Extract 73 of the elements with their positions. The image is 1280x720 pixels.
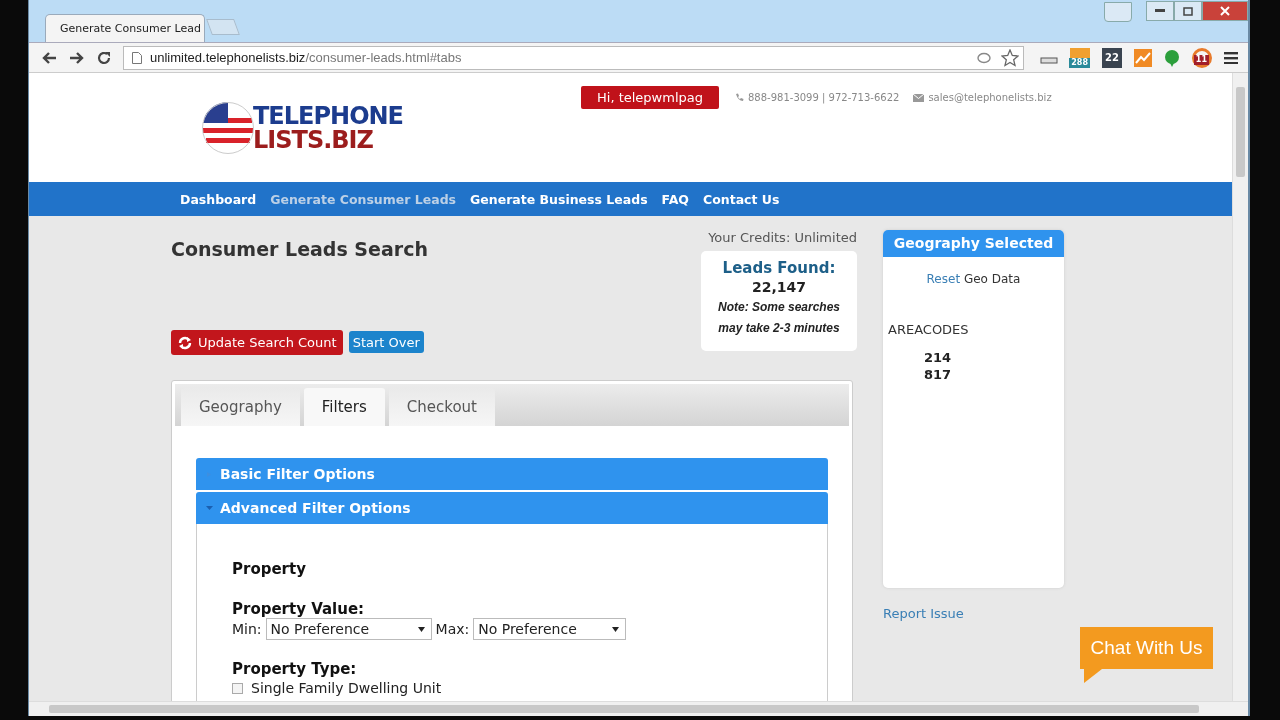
report-issue-link[interactable]: Report Issue: [883, 606, 1064, 621]
areacodes-label: AREACODES: [888, 322, 970, 337]
maximize-icon: [1183, 6, 1193, 16]
min-label: Min:: [232, 621, 262, 637]
calendar-icon[interactable]: 22: [1102, 47, 1122, 68]
reset-text: Geo Data: [963, 272, 1021, 286]
phone-numbers: 888-981-3099 | 972-713-6622: [748, 92, 900, 103]
nav-link[interactable]: Generate Consumer Leads: [270, 191, 457, 207]
page-icon: [132, 51, 142, 64]
ring-icon[interactable]: 11: [1192, 47, 1212, 68]
email-address: sales@telephonelists.biz: [928, 92, 1052, 103]
nav-link[interactable]: Dashboard: [180, 191, 257, 207]
badge-count: 11: [1193, 54, 1209, 65]
chart-icon[interactable]: [1134, 48, 1152, 67]
forward-icon[interactable]: [69, 50, 85, 65]
credits-text: Your Credits: Unlimited: [708, 230, 857, 245]
close-button[interactable]: [1202, 1, 1248, 21]
browser-tab[interactable]: Generate Consumer Lead: [45, 14, 205, 42]
search-icon[interactable]: [977, 51, 993, 64]
gift-icon[interactable]: 288: [1070, 47, 1090, 68]
minimize-button[interactable]: [1146, 1, 1174, 21]
field-label: Property Type:: [232, 660, 358, 678]
page-title: Consumer Leads Search: [171, 238, 428, 260]
leads-count: 22,147: [752, 279, 806, 295]
panel-tab[interactable]: Filters: [303, 388, 385, 426]
refresh-icon: [177, 334, 193, 351]
max-select[interactable]: No Preference: [473, 618, 627, 640]
start-over-button[interactable]: Start Over: [348, 331, 424, 353]
accordion-header[interactable]: Advanced Filter Options: [196, 492, 828, 524]
note-text: Note: Some searches may take 2-3 minutes: [716, 299, 842, 337]
accordion-header[interactable]: Basic Filter Options: [196, 458, 828, 490]
user-button[interactable]: Hi, telepwmlpag: [581, 86, 719, 109]
back-icon[interactable]: [41, 50, 57, 65]
badge-count: 22: [1105, 52, 1119, 63]
speech-tail-icon: [1084, 669, 1102, 683]
section-title: Property: [232, 560, 307, 578]
panel-tab[interactable]: Checkout: [388, 388, 495, 426]
nav-link[interactable]: Generate Business Leads: [470, 191, 648, 207]
phone-icon: [735, 93, 744, 102]
min-select[interactable]: No Preference: [265, 618, 432, 640]
update-search-button[interactable]: Update Search Count: [171, 330, 343, 355]
star-icon[interactable]: [1001, 48, 1019, 67]
leads-label: Leads Found:: [722, 259, 836, 277]
address-bar[interactable]: unlimited.telephonelists.biz/consumer-leads.html#tabs: [123, 45, 1024, 70]
menu-icon[interactable]: [1224, 51, 1238, 64]
reload-icon[interactable]: [97, 50, 111, 65]
caret-icon: [612, 626, 620, 632]
vertical-scrollbar[interactable]: [1232, 73, 1248, 701]
close-icon: [1220, 6, 1230, 16]
area-code: 214: [924, 349, 953, 366]
max-label: Max:: [435, 621, 470, 637]
card-header: Geography Selected: [883, 230, 1064, 257]
mail-icon: [913, 93, 925, 102]
nav-link[interactable]: Contact Us: [703, 191, 780, 207]
user-icon[interactable]: [1104, 2, 1132, 22]
minimize-icon: [1155, 9, 1165, 13]
maximize-button[interactable]: [1174, 1, 1202, 21]
panel-tab[interactable]: Geography: [181, 388, 300, 426]
caret-icon: [206, 505, 213, 511]
nav-link[interactable]: FAQ: [661, 191, 689, 207]
logo-text: LISTS.BIZ: [253, 128, 374, 152]
area-code: 817: [924, 366, 953, 383]
logo-text: TELEPHONE: [253, 104, 403, 128]
horizontal-scrollbar[interactable]: [29, 701, 1248, 716]
checkbox[interactable]: [232, 682, 243, 694]
badge-count: 288: [1069, 57, 1090, 68]
tab-title: Generate Consumer Lead: [60, 22, 201, 35]
chat-bubble-icon[interactable]: [1164, 48, 1180, 67]
checkbox-label: Single Family Dwelling Unit: [251, 680, 442, 696]
reset-link[interactable]: Reset: [926, 272, 961, 286]
caret-icon: [417, 626, 425, 632]
flag-globe-icon: [201, 101, 255, 155]
field-label: Property Value:: [232, 600, 366, 618]
